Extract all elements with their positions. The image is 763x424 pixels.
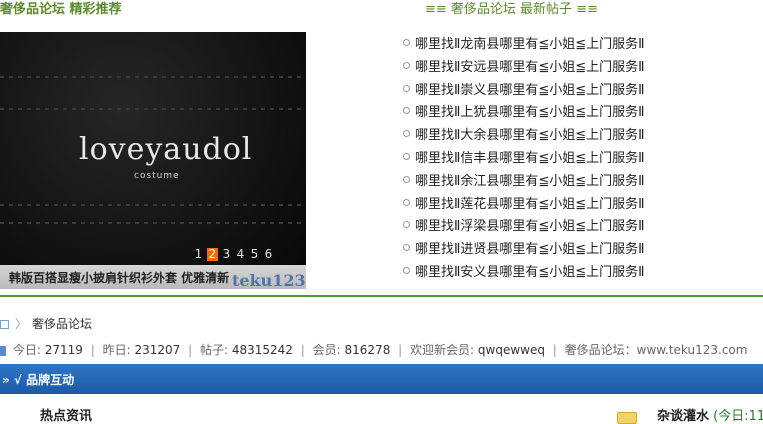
post-link[interactable]: 哪里找Ⅱ安远县哪里有≦小姐≦上门服务Ⅱ (415, 60, 645, 75)
category-header-bar[interactable]: » √ 品牌互动 (0, 364, 763, 394)
bullet-icon (403, 221, 410, 229)
section-divider (0, 295, 763, 297)
list-item: 哪里找Ⅱ崇义县哪里有≦小姐≦上门服务Ⅱ (403, 81, 645, 104)
slide-page-6[interactable]: 6 (263, 248, 274, 261)
yesterday-label: 昨日: (102, 343, 131, 357)
welcome-label: 欢迎新会员: (410, 343, 475, 357)
bullet-icon (403, 244, 410, 252)
forum-stats: 今日: 27119 | 昨日: 231207 | 帖子: 48315242 | … (0, 341, 747, 358)
slide-page-2[interactable]: 2 (207, 248, 218, 261)
divider: | (552, 343, 557, 357)
posts-label: 帖子: (199, 343, 229, 357)
bullet-icon (403, 130, 410, 138)
slide-page-3[interactable]: 3 (221, 248, 232, 261)
stats-icon (0, 345, 6, 356)
bullet-icon (403, 266, 410, 274)
yesterday-count: 231207 (134, 343, 181, 357)
today-label: 今日: (12, 343, 41, 357)
bullet-icon (403, 84, 410, 92)
featured-slideshow[interactable]: loveyaudol costume 1 2 3 4 5 6 韩版百搭显瘦小披肩… (0, 32, 306, 289)
members-count: 816278 (344, 343, 391, 357)
list-item: 哪里找Ⅱ安义县哪里有≦小姐≦上门服务Ⅱ (403, 263, 645, 286)
forum-name-chat[interactable]: 杂谈灌水 (657, 409, 709, 424)
knit-texture (0, 76, 306, 78)
post-link[interactable]: 哪里找Ⅱ大余县哪里有≦小姐≦上门服务Ⅱ (415, 128, 645, 143)
divider: | (300, 343, 305, 357)
post-link[interactable]: 哪里找Ⅱ崇义县哪里有≦小姐≦上门服务Ⅱ (415, 83, 645, 98)
list-item: 哪里找Ⅱ上犹县哪里有≦小姐≦上门服务Ⅱ (403, 103, 645, 126)
post-link[interactable]: 哪里找Ⅱ进贤县哪里有≦小姐≦上门服务Ⅱ (415, 242, 645, 257)
forum-today-count: (今日:119 (713, 409, 763, 424)
list-item: 哪里找Ⅱ安远县哪里有≦小姐≦上门服务Ⅱ (403, 58, 645, 81)
list-item: 哪里找Ⅱ进贤县哪里有≦小姐≦上门服务Ⅱ (403, 240, 645, 263)
list-item: 哪里找Ⅱ浮梁县哪里有≦小姐≦上门服务Ⅱ (403, 217, 645, 240)
slide-brand-subtitle: costume (134, 171, 180, 181)
post-link[interactable]: 哪里找Ⅱ莲花县哪里有≦小姐≦上门服务Ⅱ (415, 197, 645, 212)
divider: | (398, 343, 403, 357)
home-icon[interactable] (0, 320, 9, 329)
post-link[interactable]: 哪里找Ⅱ上犹县哪里有≦小姐≦上门服务Ⅱ (415, 105, 645, 120)
forum-name-hot-news[interactable]: 热点资讯 (40, 405, 92, 424)
divider: | (188, 343, 193, 357)
knit-texture (0, 222, 306, 224)
newest-member-link[interactable]: qwqewweq (478, 343, 545, 357)
breadcrumb-current[interactable]: 奢侈品论坛 (32, 317, 92, 331)
post-link[interactable]: 哪里找Ⅱ余江县哪里有≦小姐≦上门服务Ⅱ (415, 174, 645, 189)
slide-page-5[interactable]: 5 (249, 248, 260, 261)
list-item: 哪里找Ⅱ余江县哪里有≦小姐≦上门服务Ⅱ (403, 172, 645, 195)
list-item: 哪里找Ⅱ信丰县哪里有≦小姐≦上门服务Ⅱ (403, 149, 645, 172)
posts-count: 48315242 (231, 343, 293, 357)
slide-caption[interactable]: 韩版百搭显瘦小披肩针织衫外套 优雅清新 (9, 269, 229, 286)
bullet-icon (403, 39, 410, 46)
watermark: teku123. (232, 271, 306, 289)
recommended-section-title: 奢侈品论坛 精彩推荐 (0, 2, 122, 17)
bullet-icon (403, 198, 410, 206)
slide-page-1[interactable]: 1 (193, 248, 204, 261)
list-item: 哪里找Ⅱ龙南县哪里有≦小姐≦上门服务Ⅱ (403, 35, 645, 58)
bullet-icon (403, 152, 410, 160)
bullet-icon (403, 175, 410, 183)
slide-brand-logo: loveyaudol (79, 132, 253, 167)
forum-entry-chat: 杂谈灌水 (今日:119 (657, 405, 763, 424)
slideshow-pager: 1 2 3 4 5 6 (193, 248, 274, 261)
post-link[interactable]: 哪里找Ⅱ浮梁县哪里有≦小姐≦上门服务Ⅱ (415, 219, 645, 234)
bullet-icon (403, 107, 410, 115)
post-link[interactable]: 哪里找Ⅱ信丰县哪里有≦小姐≦上门服务Ⅱ (415, 151, 645, 166)
knit-texture (0, 108, 306, 110)
latest-posts-list: 哪里找Ⅱ龙南县哪里有≦小姐≦上门服务Ⅱ 哪里找Ⅱ安远县哪里有≦小姐≦上门服务Ⅱ … (403, 35, 645, 286)
bullet-icon (403, 61, 410, 69)
today-count: 27119 (44, 343, 83, 357)
breadcrumb-separator: 〉 (15, 317, 28, 331)
post-link[interactable]: 哪里找Ⅱ安义县哪里有≦小姐≦上门服务Ⅱ (415, 265, 645, 280)
divider: | (90, 343, 95, 357)
list-item: 哪里找Ⅱ大余县哪里有≦小姐≦上门服务Ⅱ (403, 126, 645, 149)
category-title[interactable]: » √ 品牌互动 (2, 371, 74, 388)
site-label: 奢侈品论坛：www.teku123.com (564, 343, 748, 357)
members-label: 会员: (312, 343, 341, 357)
breadcrumb: 〉奢侈品论坛 (0, 315, 92, 332)
post-link[interactable]: 哪里找Ⅱ龙南县哪里有≦小姐≦上门服务Ⅱ (415, 37, 645, 52)
latest-posts-section-title: ≡≡ 奢侈品论坛 最新帖子 ≡≡ (425, 2, 598, 17)
slide-page-4[interactable]: 4 (235, 248, 246, 261)
list-item: 哪里找Ⅱ莲花县哪里有≦小姐≦上门服务Ⅱ (403, 195, 645, 218)
forum-folder-icon (617, 412, 637, 424)
knit-texture (0, 204, 306, 206)
